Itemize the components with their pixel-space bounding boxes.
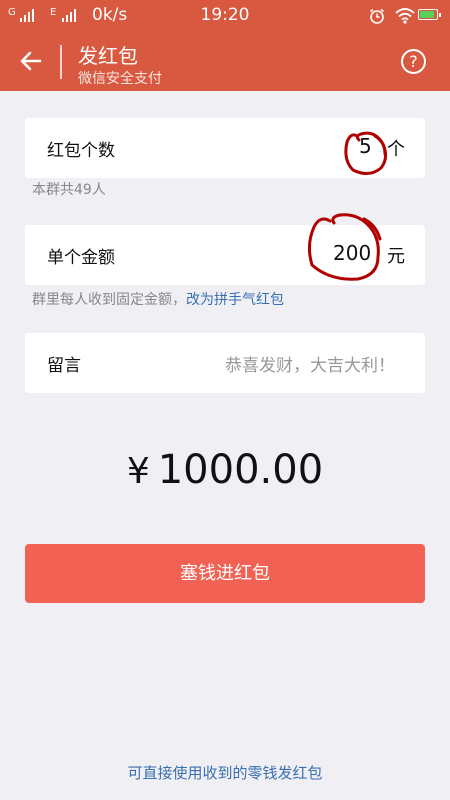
wifi-icon	[395, 8, 415, 24]
total-amount-value: 1000.00	[157, 447, 324, 493]
back-arrow-icon[interactable]	[18, 48, 44, 74]
amount-label: 单个金额	[47, 248, 115, 268]
amount-field[interactable]: 200 单个金额 元	[25, 225, 425, 285]
battery-icon	[418, 9, 441, 20]
page-title: 发红包	[78, 44, 138, 68]
amount-unit: 元	[387, 246, 405, 267]
count-unit: 个	[387, 139, 405, 160]
status-bar: G E 0k/s 19:20	[0, 0, 450, 32]
group-member-hint: 本群共49人	[32, 182, 106, 198]
alarm-icon	[370, 8, 384, 24]
use-change-link[interactable]: 可直接使用收到的零钱发红包	[0, 762, 450, 783]
count-input[interactable]: 5	[359, 134, 372, 158]
submit-red-packet-button[interactable]: 塞钱进红包	[25, 544, 425, 603]
header-divider	[60, 45, 62, 79]
amount-input[interactable]: 200	[333, 241, 371, 265]
page-subtitle: 微信安全支付	[78, 71, 162, 87]
help-icon[interactable]: ?	[401, 49, 426, 74]
currency-symbol: ¥	[126, 451, 150, 492]
switch-to-random-link[interactable]: 改为拼手气红包	[186, 292, 284, 308]
count-field[interactable]: 红包个数 5 个	[25, 118, 425, 178]
fixed-amount-hint-text: 群里每人收到固定金额，	[32, 292, 186, 308]
message-field[interactable]: 留言 恭喜发财，大吉大利！	[25, 333, 425, 393]
fixed-amount-hint: 群里每人收到固定金额，改为拼手气红包	[32, 289, 284, 309]
message-input[interactable]: 恭喜发财，大吉大利！	[225, 351, 395, 376]
total-amount: ¥1000.00	[0, 447, 450, 493]
count-label: 红包个数	[47, 141, 115, 161]
message-label: 留言	[47, 356, 81, 376]
header-bar: 发红包 微信安全支付 ?	[0, 32, 450, 91]
